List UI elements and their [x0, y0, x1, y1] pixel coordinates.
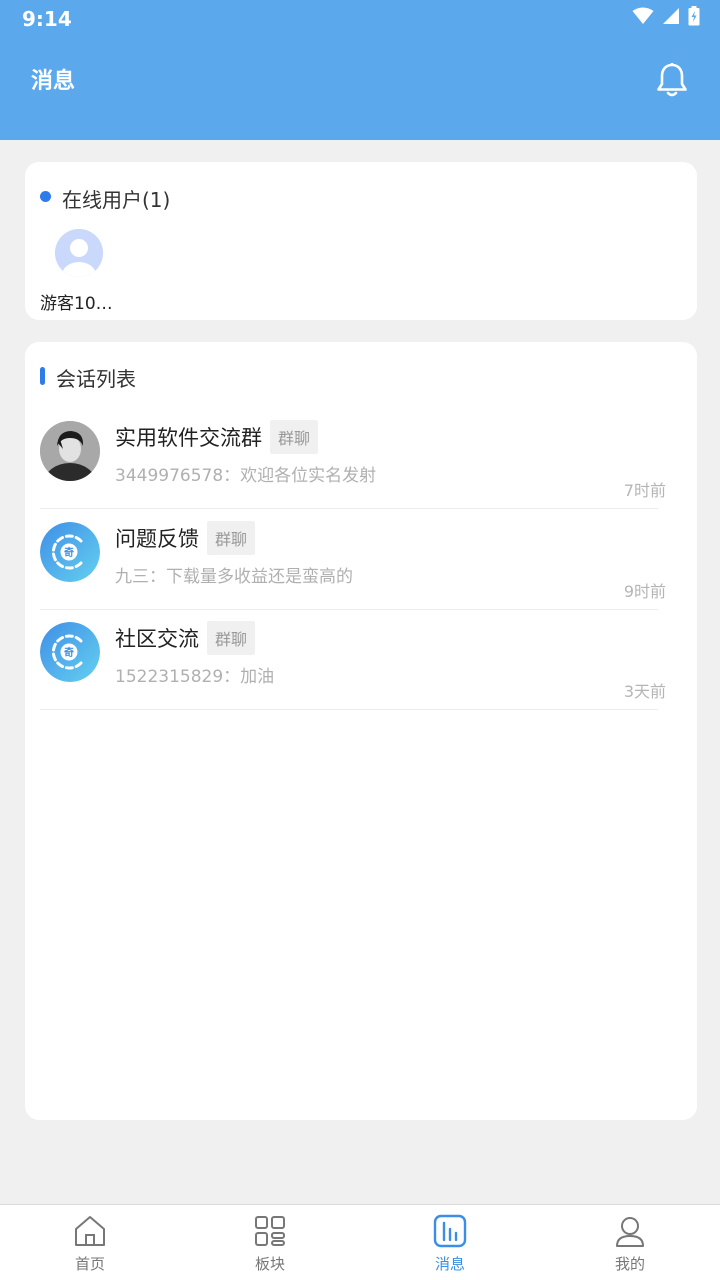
nav-label-messages: 消息	[434, 1255, 465, 1273]
bottom-navigation: 首页 板块 消息 我的	[0, 1204, 720, 1280]
conversation-name-row: 社区交流 群聊	[115, 621, 256, 655]
conversation-preview: 1522315829：加油	[115, 667, 275, 687]
group-chat-badge: 群聊	[207, 621, 256, 655]
page-title: 消息	[31, 69, 76, 94]
grid-icon	[252, 1213, 288, 1249]
nav-label-mine: 我的	[614, 1255, 645, 1273]
nav-item-messages[interactable]: 消息	[360, 1205, 540, 1280]
conversation-item[interactable]: 奇 问题反馈 群聊 九三：下载量多收益还是蛮高的 9时前	[40, 510, 666, 610]
status-icons	[632, 6, 700, 30]
conversation-avatar	[40, 421, 100, 481]
wifi-icon	[632, 7, 654, 29]
session-list-title: 会话列表	[56, 367, 136, 391]
conversation-avatar: 奇	[40, 522, 100, 582]
online-user-name[interactable]: 游客10…	[40, 289, 120, 314]
status-time: 9:14	[22, 7, 72, 31]
battery-icon	[688, 6, 700, 30]
nav-label-home: 首页	[74, 1255, 105, 1273]
section-marker	[40, 367, 45, 385]
nav-item-mine[interactable]: 我的	[540, 1205, 720, 1280]
conversation-name-row: 问题反馈 群聊	[115, 521, 256, 555]
nav-item-boards[interactable]: 板块	[180, 1205, 360, 1280]
conversation-name: 问题反馈	[115, 527, 199, 551]
conversation-preview: 3449976578：欢迎各位实名发射	[115, 466, 377, 486]
user-icon	[612, 1213, 648, 1249]
group-chat-badge: 群聊	[270, 420, 319, 454]
conversation-time: 9时前	[623, 582, 666, 601]
home-icon	[72, 1213, 108, 1249]
svg-text:奇: 奇	[64, 546, 74, 559]
online-user-avatar[interactable]	[55, 229, 103, 277]
online-users-title: 在线用户(1)	[62, 188, 171, 212]
conversation-item[interactable]: 奇 社区交流 群聊 1522315829：加油 3天前	[40, 610, 666, 710]
conversation-name-row: 实用软件交流群 群聊	[115, 420, 319, 454]
message-icon	[432, 1213, 468, 1249]
status-bar: 9:14	[0, 0, 720, 36]
cellular-signal-icon	[662, 7, 680, 29]
nav-label-boards: 板块	[254, 1255, 285, 1273]
conversation-item[interactable]: 实用软件交流群 群聊 3449976578：欢迎各位实名发射 7时前	[40, 409, 666, 509]
conversation-name: 实用软件交流群	[115, 426, 262, 450]
conversation-avatar: 奇	[40, 622, 100, 682]
conversation-time: 3天前	[623, 682, 666, 701]
app-header: 9:14 消息	[0, 0, 720, 140]
conversation-preview: 九三：下载量多收益还是蛮高的	[115, 567, 353, 587]
session-list-card: 会话列表 实用软件交流群 群聊 3449976578：欢迎各位实名发射 7时前	[25, 342, 697, 1120]
conversation-name: 社区交流	[115, 627, 199, 651]
nav-item-home[interactable]: 首页	[0, 1205, 180, 1280]
svg-text:奇: 奇	[64, 646, 74, 659]
online-users-card: 在线用户(1) 游客10…	[25, 162, 697, 320]
group-chat-badge: 群聊	[207, 521, 256, 555]
bell-icon	[655, 62, 689, 102]
notification-button[interactable]	[652, 62, 692, 102]
conversation-time: 7时前	[623, 481, 666, 500]
online-indicator	[40, 191, 51, 202]
